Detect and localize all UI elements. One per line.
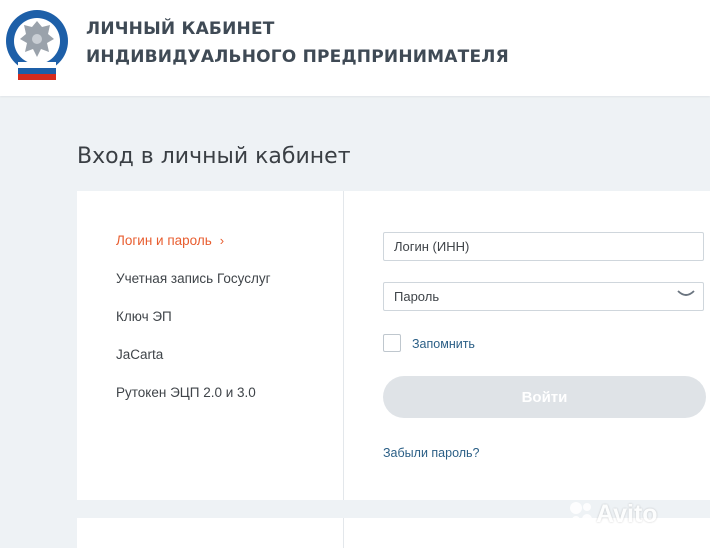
login-card: Логин и пароль › Учетная запись Госуслуг … (77, 191, 710, 500)
header-title-line2: ИНДИВИДУАЛЬНОГО ПРЕДПРИНИМАТЕЛЯ (86, 47, 509, 67)
card-divider (343, 191, 344, 500)
eye-closed-icon[interactable] (676, 288, 696, 300)
method-gosuslugi[interactable]: Учетная запись Госуслуг (116, 271, 271, 286)
method-jacarta[interactable]: JaCarta (116, 347, 163, 362)
remember-checkbox[interactable] (383, 334, 401, 352)
method-rutoken[interactable]: Рутокен ЭЦП 2.0 и 3.0 (116, 385, 256, 400)
header: ЛИЧНЫЙ КАБИНЕТ ИНДИВИДУАЛЬНОГО ПРЕДПРИНИ… (0, 0, 710, 96)
watermark: Avito (596, 500, 658, 528)
remember-label[interactable]: Запомнить (412, 337, 475, 351)
login-input[interactable] (383, 232, 704, 261)
submit-button[interactable]: Войти (383, 376, 706, 418)
header-title: ЛИЧНЫЙ КАБИНЕТ ИНДИВИДУАЛЬНОГО ПРЕДПРИНИ… (86, 15, 509, 71)
fns-emblem-icon (6, 10, 68, 80)
header-title-line1: ЛИЧНЫЙ КАБИНЕТ (86, 19, 275, 39)
forgot-password-link[interactable]: Забыли пароль? (383, 446, 480, 460)
method-ep-key[interactable]: Ключ ЭП (116, 309, 172, 324)
password-input[interactable] (383, 282, 704, 311)
avito-logo-icon (570, 502, 592, 524)
page-title: Вход в личный кабинет (77, 144, 351, 169)
chevron-right-icon: › (219, 233, 225, 248)
card-divider (343, 518, 344, 548)
method-label: Логин и пароль (116, 233, 212, 248)
method-login-password[interactable]: Логин и пароль › (116, 233, 224, 248)
